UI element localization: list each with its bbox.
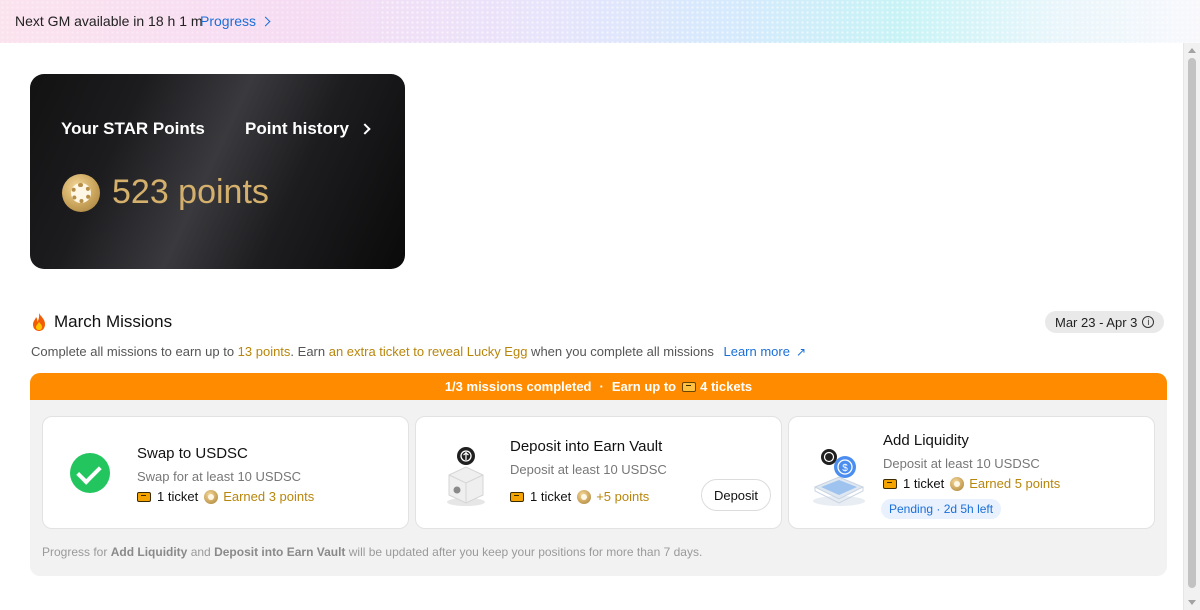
scroll-down-arrow-icon[interactable] (1188, 600, 1196, 605)
check-icon (70, 453, 110, 493)
scroll-up-arrow-icon[interactable] (1188, 48, 1196, 53)
gm-countdown-text: Next GM available in 18 h 1 m (15, 13, 203, 29)
deposit-button[interactable]: Deposit (701, 479, 771, 511)
star-coin-icon (204, 489, 219, 504)
mission-ticket-text: 1 ticket (157, 489, 199, 504)
gm-banner: Next GM available in 18 h 1 m Progress (0, 0, 1200, 43)
mission-title: Swap to USDSC (137, 445, 248, 462)
footnote-item-1: Add Liquidity (110, 545, 188, 559)
flame-icon (33, 313, 45, 331)
ticket-icon (510, 491, 524, 502)
missions-title: March Missions (54, 312, 173, 331)
mission-points-text: Earned 5 points (969, 476, 1061, 491)
learn-more-link[interactable]: Learn more ↗ (723, 344, 806, 359)
missions-completed-text: 1/3 missions completed (444, 379, 592, 394)
progress-link[interactable]: Progress (200, 13, 271, 29)
subtitle-points: 13 points (237, 344, 291, 359)
subtitle-text-3: when you complete all missions (527, 344, 714, 359)
mission-points-text: +5 points (596, 489, 650, 504)
mission-subtitle: Deposit at least 10 USDSC (510, 462, 667, 477)
point-history-link[interactable]: Point history (245, 119, 371, 139)
mission-reward: 1 ticket Earned 3 points (137, 489, 314, 504)
progress-link-label: Progress (200, 13, 257, 29)
separator-dot: · (599, 379, 604, 394)
subtitle-text-1: Complete all missions to earn up to (31, 344, 238, 359)
missions-subtitle: Complete all missions to earn up to 13 p… (31, 344, 806, 359)
page-scrollbar[interactable] (1183, 43, 1200, 610)
ticket-icon (883, 478, 897, 489)
arrow-up-right-icon: ↗ (795, 345, 807, 359)
star-points-title: Your STAR Points (61, 119, 205, 138)
pending-status-badge: Pending · 2d 5h left (881, 499, 1002, 519)
banner-pattern-right (380, 0, 1200, 43)
mission-card-add-liquidity[interactable]: $ Add Liquidity Deposit at least 10 USDS… (788, 416, 1155, 529)
learn-more-label: Learn more (723, 344, 790, 359)
star-coin-icon (577, 489, 592, 504)
mission-ticket-text: 1 ticket (530, 489, 572, 504)
chevron-right-icon (260, 16, 271, 27)
point-history-label: Point history (245, 119, 349, 138)
progress-footnote: Progress for Add Liquidity and Deposit i… (42, 545, 702, 559)
info-icon[interactable]: i (1142, 316, 1155, 328)
missions-progress-bar: 1/3 missions completed · Earn up to 4 ti… (30, 373, 1167, 400)
earn-up-to-text: Earn up to (611, 379, 677, 394)
points-value: 523 points (112, 173, 269, 211)
footnote-text-3: will be updated after you keep your posi… (345, 545, 703, 559)
mission-points-text: Earned 3 points (223, 489, 315, 504)
mission-card-swap[interactable]: Swap to USDSC Swap for at least 10 USDSC… (42, 416, 409, 529)
subtitle-extra-ticket: an extra ticket to reveal Lucky Egg (328, 344, 528, 359)
ticket-icon (137, 491, 151, 502)
svg-text:$: $ (842, 463, 848, 474)
date-range-badge[interactable]: Mar 23 - Apr 3 i (1045, 311, 1165, 333)
vault-icon (447, 447, 485, 506)
footnote-item-2: Deposit into Earn Vault (214, 545, 346, 559)
date-range-text: Mar 23 - Apr 3 (1055, 314, 1138, 330)
chevron-right-icon (359, 123, 371, 135)
tickets-count-text: 4 tickets (700, 379, 753, 394)
mission-ticket-text: 1 ticket (903, 476, 945, 491)
star-coin-icon (950, 476, 965, 491)
scroll-thumb[interactable] (1188, 58, 1196, 588)
footnote-text-1: Progress for (42, 545, 111, 559)
mission-subtitle: Swap for at least 10 USDSC (137, 469, 302, 484)
liquidity-icon: $ (813, 449, 865, 506)
mission-subtitle: Deposit at least 10 USDSC (883, 456, 1040, 471)
mission-reward: 1 ticket +5 points (510, 489, 649, 504)
mission-title: Deposit into Earn Vault (510, 438, 663, 455)
subtitle-text-2: . Earn (290, 344, 329, 359)
mission-title: Add Liquidity (883, 432, 969, 449)
footnote-text-2: and (187, 545, 215, 559)
star-coin-icon (62, 174, 100, 212)
star-points-card: Your STAR Points Point history 523 point… (30, 74, 405, 269)
mission-reward: 1 ticket Earned 5 points (883, 476, 1060, 491)
ticket-icon (682, 381, 697, 392)
mission-card-deposit-vault[interactable]: Deposit into Earn Vault Deposit at least… (415, 416, 782, 529)
